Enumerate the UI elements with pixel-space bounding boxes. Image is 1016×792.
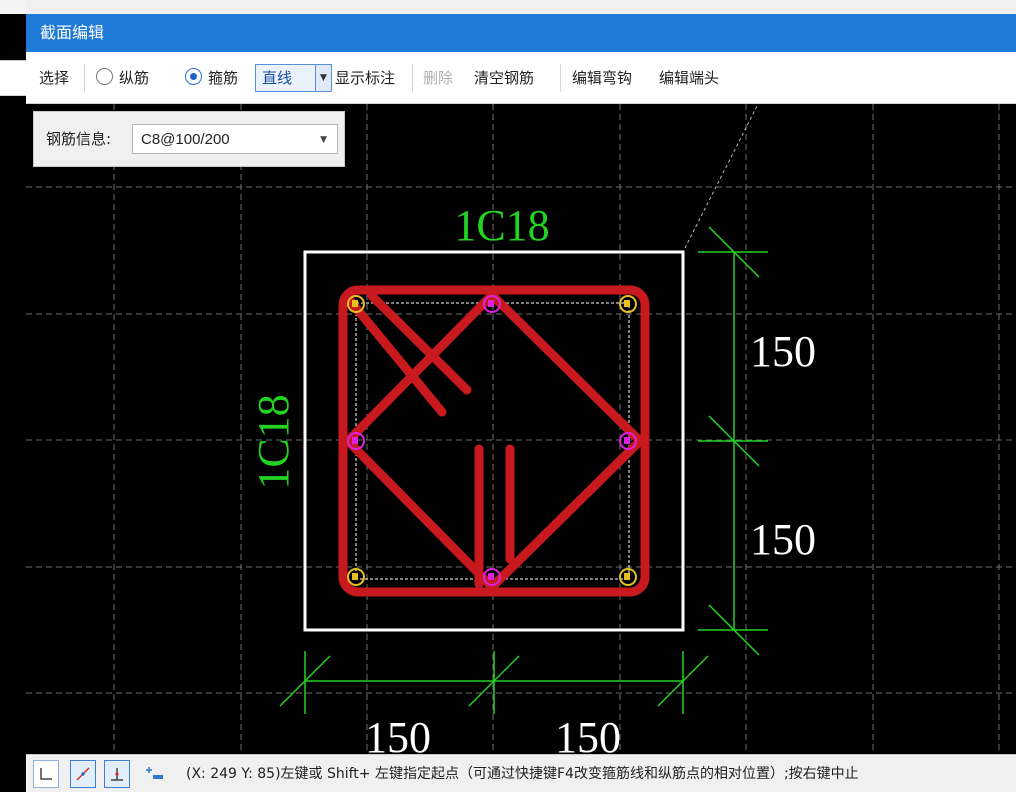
- separator: [412, 64, 413, 92]
- dim-right-upper-text: 150: [750, 327, 816, 376]
- outer-stirrup: [338, 285, 650, 597]
- dimension-right: [698, 226, 768, 656]
- orthogonal-icon: [40, 768, 52, 780]
- select-label[interactable]: 选择: [39, 66, 69, 90]
- offset-icon: [146, 767, 163, 779]
- rebar-info-select[interactable]: C8@100/200 ▼: [132, 124, 338, 154]
- dim-right-lower-text: 150: [750, 515, 816, 564]
- stirrups: [338, 285, 650, 597]
- background-toolbar: [0, 0, 26, 14]
- dialog-title: 截面编辑: [26, 14, 1016, 52]
- orthogonal-snap-button[interactable]: [33, 760, 59, 788]
- section-editor-dialog: 1C18 1C18 150 150 150 150 截面编辑 选择 纵筋 箍筋 …: [26, 14, 1016, 792]
- background-input: [0, 60, 26, 96]
- stirrup-label[interactable]: 箍筋: [208, 66, 238, 90]
- draw-mode-combo[interactable]: 直线 ▼: [255, 64, 332, 92]
- separator: [560, 64, 561, 92]
- edit-end-button[interactable]: 编辑端头: [659, 66, 719, 90]
- diamond-stirrup: [343, 290, 645, 592]
- perpendicular-snap-button[interactable]: [104, 760, 130, 788]
- stirrup-radio[interactable]: [185, 68, 202, 85]
- rebar-info-label: 钢筋信息:: [46, 130, 112, 148]
- rebar-info-value: C8@100/200: [141, 131, 230, 148]
- draw-mode-value: 直线: [262, 69, 293, 87]
- left-rebar-label: 1C18: [249, 394, 298, 489]
- dimension-bottom: [279, 651, 709, 714]
- longitudinal-radio[interactable]: [96, 68, 113, 85]
- delete-button[interactable]: 删除: [423, 66, 453, 90]
- edit-hook-button[interactable]: 编辑弯钩: [572, 66, 632, 90]
- rebar-info-panel: 钢筋信息: C8@100/200 ▼: [33, 111, 345, 167]
- top-rebar-label: 1C18: [454, 201, 549, 250]
- endpoint-snap-button[interactable]: [70, 760, 96, 788]
- longitudinal-label[interactable]: 纵筋: [119, 66, 149, 90]
- show-annotation-button[interactable]: 显示标注: [335, 66, 395, 90]
- diagonal-snap-icon: [76, 767, 90, 781]
- offset-input-button[interactable]: [141, 760, 167, 788]
- status-bar: (X: 249 Y: 85)左键或 Shift+ 左键指定起点（可通过快捷键F4…: [26, 754, 1016, 792]
- perpendicular-icon: [111, 768, 123, 781]
- toolbar: 选择 纵筋 箍筋 直线 ▼ 显示标注 删除 清空钢筋 编辑弯钩 编辑端头: [26, 52, 1016, 104]
- background-panel: [0, 0, 26, 792]
- chevron-down-icon[interactable]: ▼: [320, 129, 327, 151]
- chevron-down-icon[interactable]: ▼: [315, 65, 331, 91]
- clear-rebar-button[interactable]: 清空钢筋: [474, 66, 534, 90]
- guide-line: [684, 103, 759, 249]
- background-header: [26, 0, 1016, 14]
- status-message: (X: 249 Y: 85)左键或 Shift+ 左键指定起点（可通过快捷键F4…: [186, 766, 859, 782]
- separator: [84, 64, 85, 92]
